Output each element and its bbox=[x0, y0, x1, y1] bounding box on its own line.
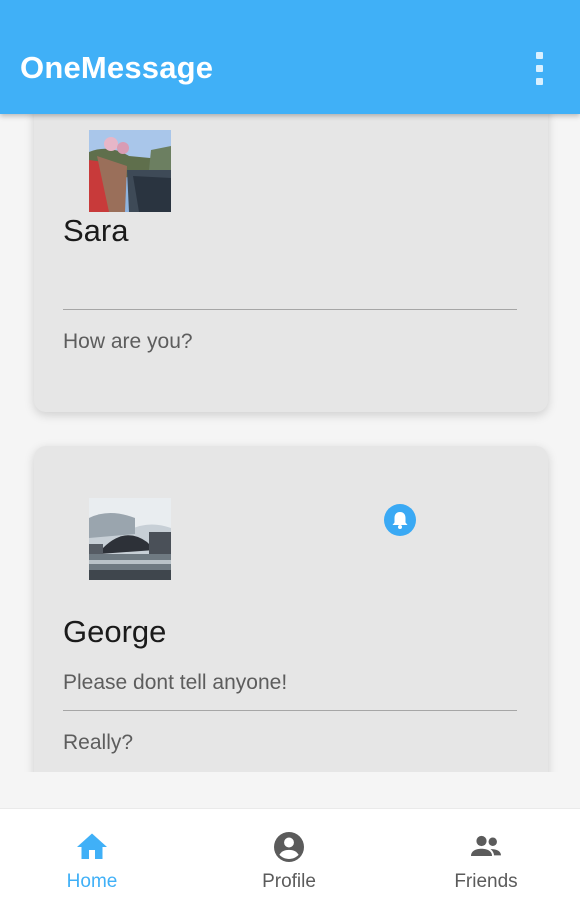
last-reply: How are you? bbox=[63, 330, 193, 353]
divider bbox=[63, 309, 517, 310]
app-bar: OneMessage bbox=[0, 0, 580, 114]
conversation-list: Sara How are you? George Please dont tel… bbox=[0, 114, 580, 772]
more-vert-icon[interactable] bbox=[526, 48, 554, 88]
contact-name: Sara bbox=[63, 213, 129, 248]
last-reply: Really? bbox=[63, 731, 134, 754]
nav-label: Friends bbox=[454, 871, 518, 892]
divider bbox=[63, 710, 517, 711]
conversation-card-george[interactable]: George Please dont tell anyone! Really? bbox=[34, 446, 548, 772]
avatar bbox=[89, 130, 171, 212]
nav-item-profile[interactable]: Profile bbox=[219, 809, 359, 901]
message-preview: Please dont tell anyone! bbox=[63, 671, 288, 694]
nav-label: Home bbox=[66, 871, 118, 892]
conversation-card-sara[interactable]: Sara How are you? bbox=[34, 114, 548, 412]
bell-icon[interactable] bbox=[384, 504, 416, 536]
home-icon bbox=[77, 833, 107, 859]
contact-name: George bbox=[63, 614, 167, 649]
bottom-navigation: Home Profile Friends bbox=[0, 808, 580, 901]
app-title: OneMessage bbox=[20, 50, 214, 85]
avatar bbox=[89, 498, 171, 580]
nav-label: Profile bbox=[262, 871, 316, 892]
nav-item-home[interactable]: Home bbox=[22, 809, 162, 901]
people-icon bbox=[471, 835, 501, 856]
nav-item-friends[interactable]: Friends bbox=[416, 809, 556, 901]
account-circle-icon bbox=[274, 832, 304, 862]
